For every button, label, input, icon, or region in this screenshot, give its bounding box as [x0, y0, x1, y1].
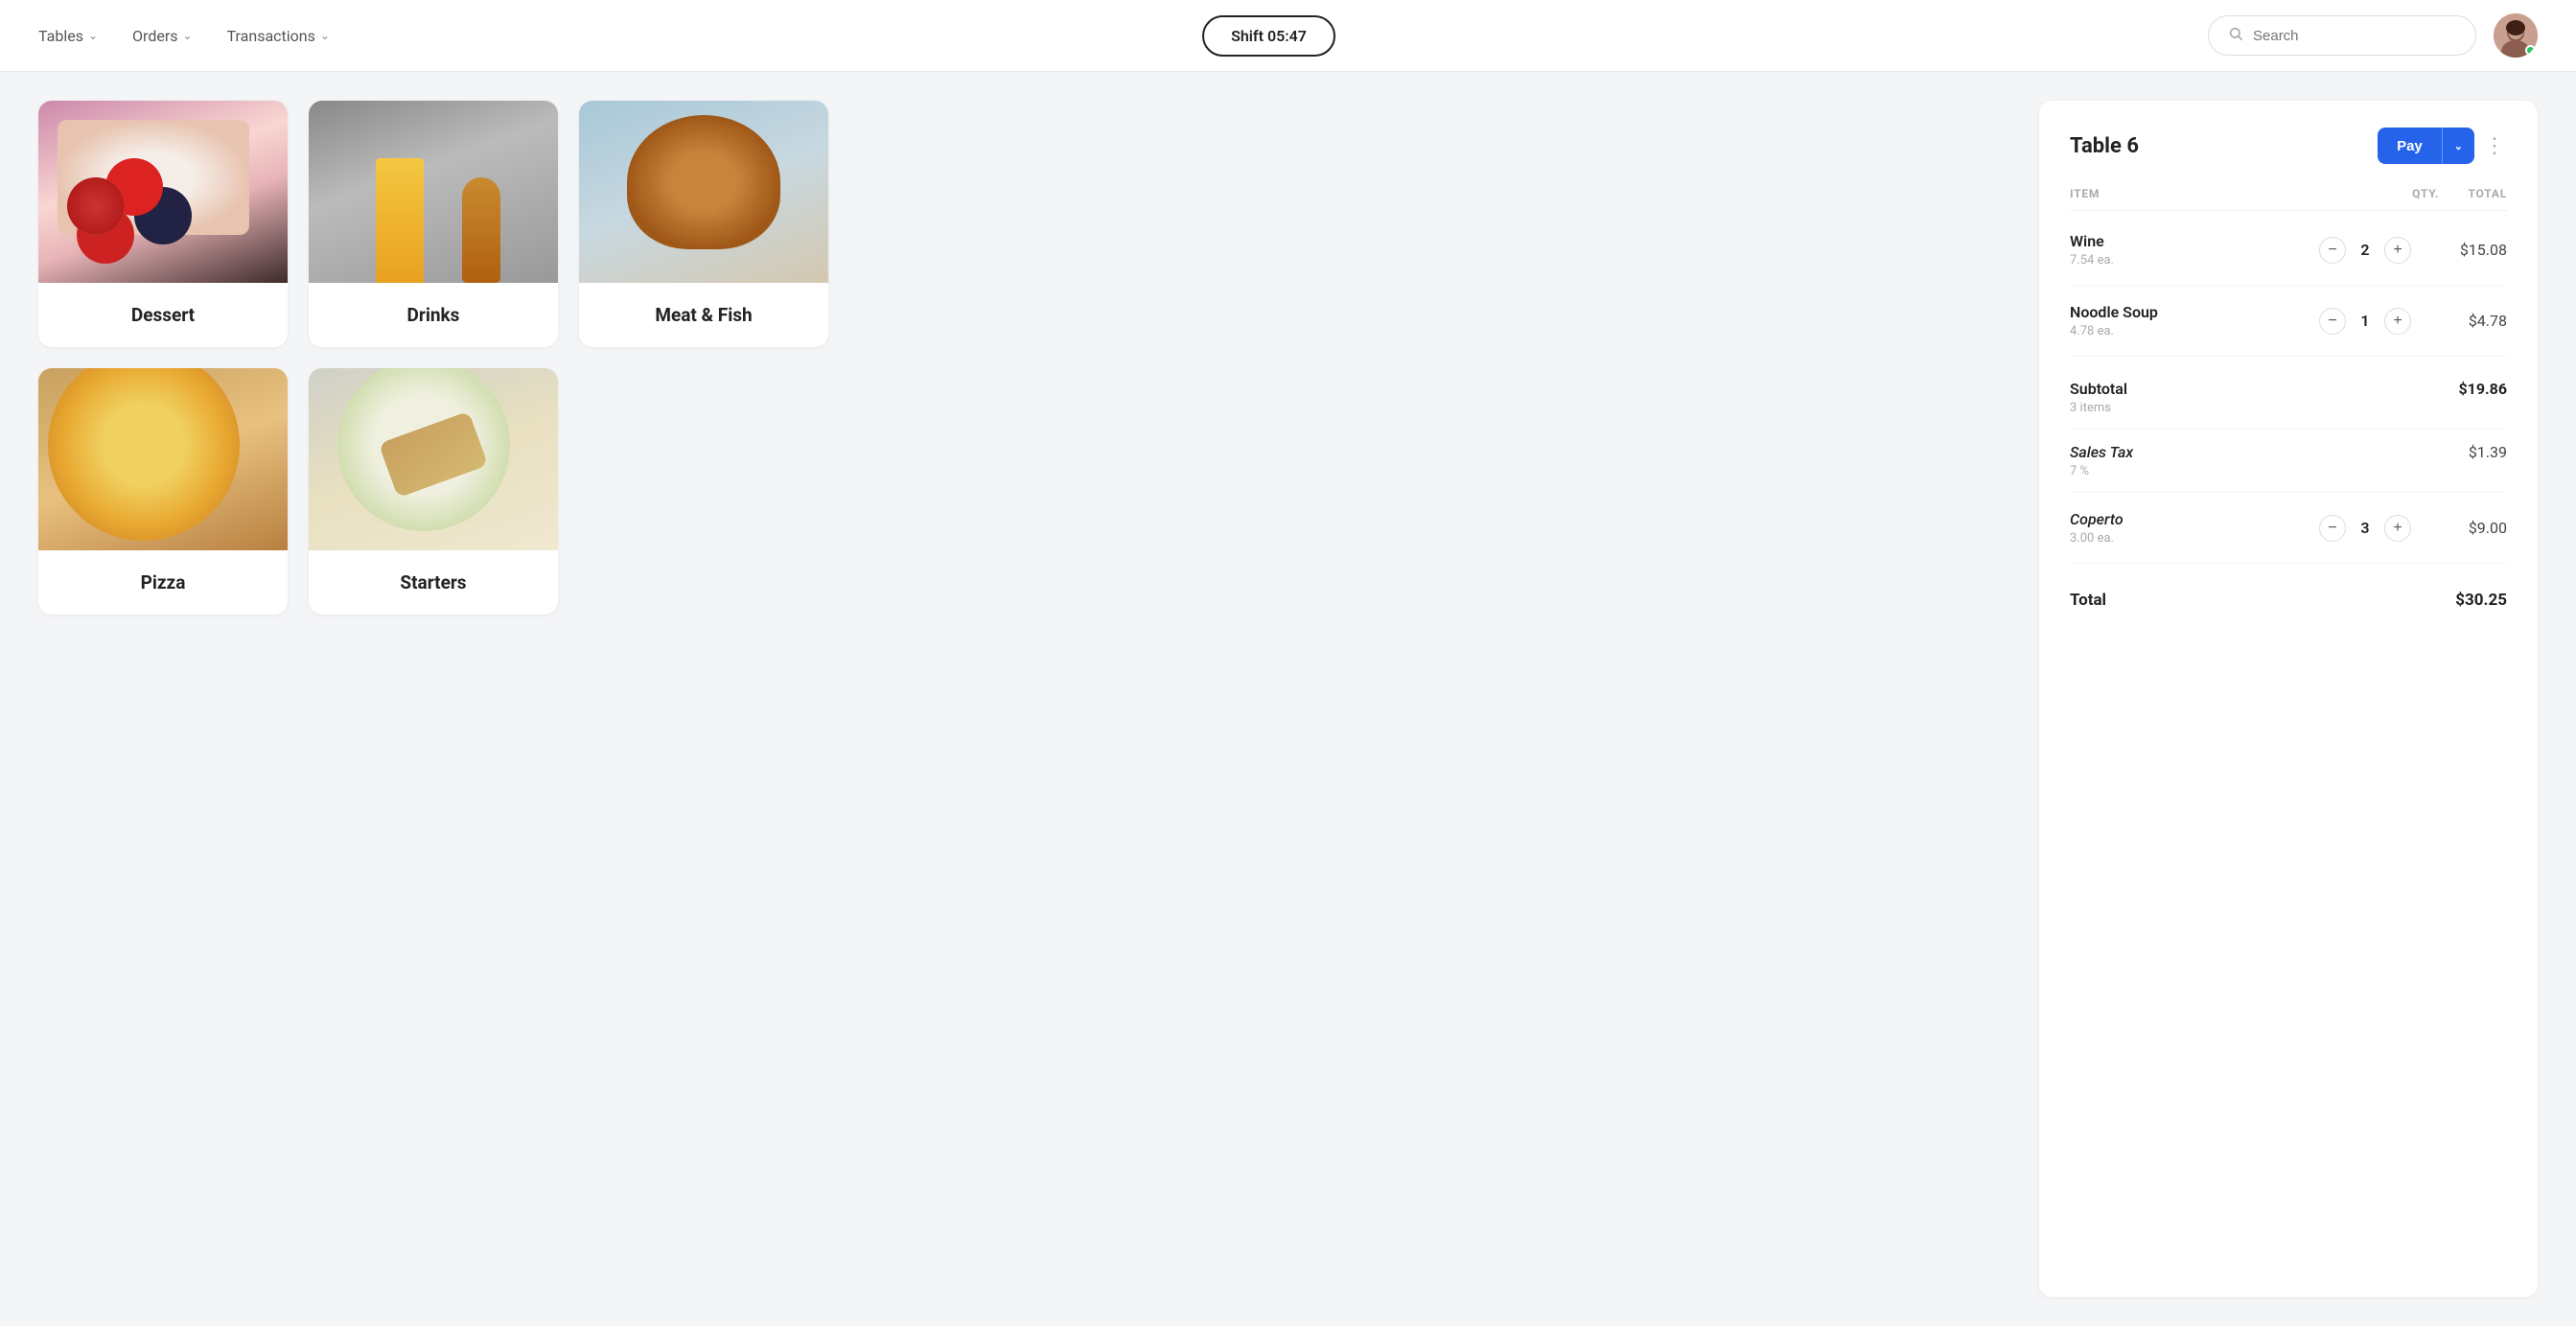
increment-coperto[interactable]: +: [2384, 515, 2411, 542]
main-content: Dessert Drinks Meat & Fish Pizza Starter…: [0, 72, 2576, 1326]
subtotal-sublabel: 3 items: [2070, 401, 2127, 415]
nav-tables-label: Tables: [38, 27, 83, 45]
drinks-label: Drinks: [309, 283, 558, 347]
increment-wine[interactable]: +: [2384, 237, 2411, 264]
pay-label: Pay: [2378, 128, 2442, 164]
qty-control-coperto: − 3 +: [2319, 515, 2411, 542]
item-info-wine: Wine 7.54 ea.: [2070, 232, 2290, 268]
chevron-down-icon: ⌄: [183, 29, 193, 42]
nav-orders[interactable]: Orders ⌄: [132, 27, 193, 45]
dessert-label: Dessert: [38, 283, 288, 347]
col-qty: QTY.: [2412, 187, 2439, 200]
item-price-noodlesoup: 4.78 ea.: [2070, 324, 2290, 338]
qty-value-noodlesoup: 1: [2357, 312, 2373, 330]
order-column-headers: ITEM QTY. TOTAL: [2070, 187, 2507, 211]
dessert-image: [38, 101, 288, 283]
pizza-label: Pizza: [38, 550, 288, 615]
item-total-wine: $15.08: [2440, 241, 2507, 259]
subtotal-label: Subtotal: [2070, 380, 2127, 398]
coperto-value: $9.00: [2440, 519, 2507, 537]
category-starters[interactable]: Starters: [309, 368, 558, 615]
item-info-noodlesoup: Noodle Soup 4.78 ea.: [2070, 303, 2290, 338]
starters-image: [309, 368, 558, 550]
decrement-noodlesoup[interactable]: −: [2319, 308, 2346, 335]
qty-control-wine: − 2 +: [2319, 237, 2411, 264]
coperto-info: Coperto 3.00 ea.: [2070, 510, 2290, 546]
nav-transactions[interactable]: Transactions ⌄: [227, 27, 330, 45]
decrement-coperto[interactable]: −: [2319, 515, 2346, 542]
salestax-sublabel: 7 %: [2070, 464, 2133, 478]
salestax-value: $1.39: [2469, 443, 2507, 461]
category-meatfish[interactable]: Meat & Fish: [579, 101, 828, 347]
shift-section: Shift 05:47: [1202, 15, 1335, 57]
order-panel: Table 6 Pay ⌄ ⋮ ITEM QTY. TOTAL Wine 7.5…: [2039, 101, 2538, 1297]
drinks-image: [309, 101, 558, 283]
item-total-noodlesoup: $4.78: [2440, 312, 2507, 330]
header-right: [2208, 13, 2538, 58]
category-dessert[interactable]: Dessert: [38, 101, 288, 347]
order-item-noodlesoup: Noodle Soup 4.78 ea. − 1 + $4.78: [2070, 286, 2507, 357]
starters-label: Starters: [309, 550, 558, 615]
chevron-down-icon: ⌄: [320, 29, 330, 42]
item-name-noodlesoup: Noodle Soup: [2070, 303, 2290, 321]
col-total: TOTAL: [2468, 187, 2507, 200]
category-drinks[interactable]: Drinks: [309, 101, 558, 347]
subtotal-info: Subtotal 3 items: [2070, 380, 2127, 415]
shift-badge: Shift 05:47: [1202, 15, 1335, 57]
chevron-down-icon: ⌄: [88, 29, 98, 42]
search-icon: [2228, 26, 2243, 45]
pizza-image: [38, 368, 288, 550]
decrement-wine[interactable]: −: [2319, 237, 2346, 264]
total-label: Total: [2070, 591, 2106, 610]
increment-noodlesoup[interactable]: +: [2384, 308, 2411, 335]
pay-chevron-icon[interactable]: ⌄: [2443, 130, 2474, 162]
item-price-wine: 7.54 ea.: [2070, 253, 2290, 268]
category-grid: Dessert Drinks Meat & Fish Pizza Starter…: [38, 101, 2010, 1297]
nav-tables[interactable]: Tables ⌄: [38, 27, 98, 45]
nav-transactions-label: Transactions: [227, 27, 315, 45]
col-item: ITEM: [2070, 187, 2383, 200]
search-input[interactable]: [2253, 28, 2456, 44]
order-header: Table 6 Pay ⌄ ⋮: [2070, 128, 2507, 164]
coperto-sublabel: 3.00 ea.: [2070, 531, 2290, 546]
salestax-row: Sales Tax 7 % $1.39: [2070, 430, 2507, 493]
coperto-label: Coperto: [2070, 510, 2290, 528]
qty-control-noodlesoup: − 1 +: [2319, 308, 2411, 335]
meatfish-label: Meat & Fish: [579, 283, 828, 347]
nav-orders-label: Orders: [132, 27, 177, 45]
item-name-wine: Wine: [2070, 232, 2290, 250]
total-row: Total $30.25: [2070, 573, 2507, 614]
salestax-info: Sales Tax 7 %: [2070, 443, 2133, 478]
search-bar[interactable]: [2208, 15, 2476, 56]
salestax-label: Sales Tax: [2070, 443, 2133, 461]
total-value: $30.25: [2455, 591, 2507, 610]
subtotal-value: $19.86: [2458, 380, 2507, 398]
nav-group: Tables ⌄ Orders ⌄ Transactions ⌄: [38, 27, 330, 45]
coperto-row: Coperto 3.00 ea. − 3 + $9.00: [2070, 493, 2507, 564]
qty-value-wine: 2: [2357, 241, 2373, 259]
avatar: [2494, 13, 2538, 58]
subtotal-row: Subtotal 3 items $19.86: [2070, 366, 2507, 430]
order-summary: Subtotal 3 items $19.86 Sales Tax 7 % $1…: [2070, 357, 2507, 573]
meatfish-image: [579, 101, 828, 283]
category-pizza[interactable]: Pizza: [38, 368, 288, 615]
app-header: Tables ⌄ Orders ⌄ Transactions ⌄ Shift 0…: [0, 0, 2576, 72]
qty-value-coperto: 3: [2357, 519, 2373, 537]
online-indicator: [2525, 45, 2536, 56]
pay-button[interactable]: Pay ⌄: [2378, 128, 2474, 164]
table-title: Table 6: [2070, 134, 2139, 158]
more-options-button[interactable]: ⋮: [2484, 134, 2507, 158]
order-item-wine: Wine 7.54 ea. − 2 + $15.08: [2070, 215, 2507, 286]
header-actions: Pay ⌄ ⋮: [2378, 128, 2507, 164]
